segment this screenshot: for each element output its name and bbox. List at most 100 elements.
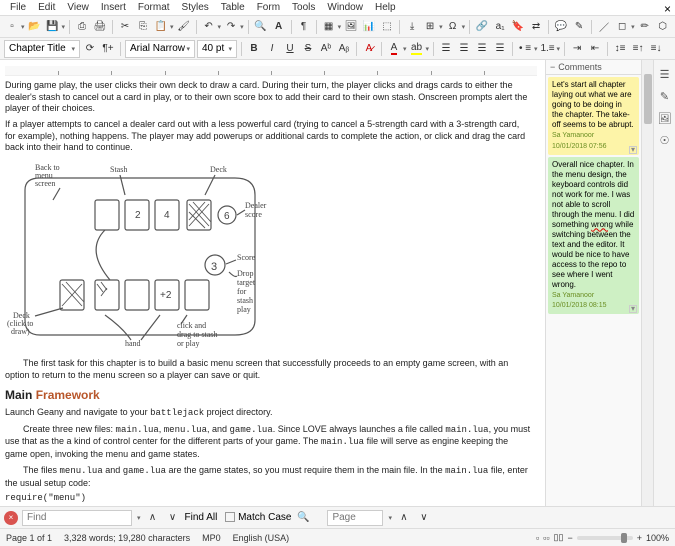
status-mp0[interactable]: MP0 xyxy=(202,533,221,543)
nonprinting-icon[interactable]: ¶ xyxy=(296,19,312,35)
highlight-icon[interactable]: ab xyxy=(409,41,425,57)
comment-menu-icon[interactable]: ▾ xyxy=(629,146,637,154)
track-changes-icon[interactable]: ✎ xyxy=(571,19,587,35)
find-next-icon[interactable]: ∨ xyxy=(165,510,181,526)
find-close-icon[interactable]: × xyxy=(4,511,18,525)
align-left-icon[interactable]: ☰ xyxy=(438,41,454,57)
comment-icon[interactable]: 💬 xyxy=(553,19,569,35)
indent-inc-icon[interactable]: ⇥ xyxy=(569,41,585,57)
comment-item[interactable]: Let's start all chapter laying out what … xyxy=(548,77,639,155)
close-icon[interactable]: × xyxy=(664,2,671,16)
page-next-icon[interactable]: ∨ xyxy=(416,510,432,526)
textbox-icon[interactable]: ⬚ xyxy=(379,19,395,35)
indent-dec-icon[interactable]: ⇤ xyxy=(587,41,603,57)
chevron-down-icon[interactable]: ▾ xyxy=(338,23,342,31)
comment-item[interactable]: Overall nice chapter. In the menu design… xyxy=(548,157,639,315)
minus-icon[interactable]: − xyxy=(550,62,555,72)
font-name[interactable]: Arial Narrow▾ xyxy=(125,40,195,58)
chevron-down-icon[interactable]: ▾ xyxy=(462,23,466,31)
subscript-button[interactable]: Aᵦ xyxy=(336,41,352,57)
page-input[interactable] xyxy=(327,510,383,526)
undo-icon[interactable]: ↶ xyxy=(201,19,217,35)
draw-icon[interactable]: ✏ xyxy=(637,19,653,35)
align-center-icon[interactable]: ☰ xyxy=(456,41,472,57)
hyperlink-icon[interactable]: 🔗 xyxy=(474,19,490,35)
line-icon[interactable]: ／ xyxy=(596,19,612,35)
status-page[interactable]: Page 1 of 1 xyxy=(6,533,52,543)
menu-help[interactable]: Help xyxy=(369,2,402,13)
menu-insert[interactable]: Insert xyxy=(95,2,132,13)
view-single-icon[interactable]: ▫ xyxy=(536,533,539,543)
footnote-icon[interactable]: a₁ xyxy=(492,19,508,35)
open-icon[interactable]: 📂 xyxy=(27,19,43,35)
spellcheck-icon[interactable]: A xyxy=(271,19,287,35)
save-icon[interactable]: 💾 xyxy=(45,19,61,35)
chevron-down-icon[interactable]: ▾ xyxy=(534,45,538,53)
export-pdf-icon[interactable]: ⎙ xyxy=(74,19,90,35)
bookmark-icon[interactable]: 🔖 xyxy=(510,19,526,35)
menu-format[interactable]: Format xyxy=(132,2,176,13)
status-words[interactable]: 3,328 words; 19,280 characters xyxy=(64,533,190,543)
chevron-down-icon[interactable]: ▾ xyxy=(62,23,66,31)
superscript-button[interactable]: Aᵇ xyxy=(318,41,334,57)
comment-menu-icon[interactable]: ▾ xyxy=(629,305,637,313)
menu-file[interactable]: File xyxy=(4,2,32,13)
clone-format-icon[interactable]: 🖌 xyxy=(176,19,192,35)
new-icon[interactable]: ▫ xyxy=(4,19,20,35)
redo-icon[interactable]: ↷ xyxy=(223,19,239,35)
table-icon[interactable]: ▦ xyxy=(321,19,337,35)
font-size[interactable]: 40 pt▾ xyxy=(197,40,237,58)
show-draw-icon[interactable]: ⬡ xyxy=(655,19,671,35)
line-spacing-icon[interactable]: ↕≡ xyxy=(612,41,628,57)
horizontal-ruler[interactable] xyxy=(5,66,537,76)
clear-format-icon[interactable]: A̷ xyxy=(361,41,377,57)
match-case-checkbox[interactable] xyxy=(225,512,235,522)
zoom-slider[interactable] xyxy=(577,536,633,540)
para-spacing-inc-icon[interactable]: ≡↑ xyxy=(630,41,646,57)
chevron-down-icon[interactable]: ▾ xyxy=(21,23,25,31)
vertical-scrollbar[interactable] xyxy=(641,60,653,506)
special-char-icon[interactable]: Ω xyxy=(445,19,461,35)
bullet-list-icon[interactable]: • ≡ xyxy=(517,41,533,57)
find-input[interactable] xyxy=(22,510,132,526)
find-all-button[interactable]: Find All xyxy=(185,512,218,523)
align-justify-icon[interactable]: ☰ xyxy=(492,41,508,57)
menu-table[interactable]: Table xyxy=(215,2,251,13)
chevron-down-icon[interactable]: ▾ xyxy=(403,45,407,53)
scroll-thumb[interactable] xyxy=(644,74,652,124)
cross-ref-icon[interactable]: ⇄ xyxy=(528,19,544,35)
chevron-down-icon[interactable]: ▾ xyxy=(137,514,141,522)
document-pane[interactable]: During game play, the user clicks their … xyxy=(0,60,545,506)
menu-styles[interactable]: Styles xyxy=(176,2,215,13)
chevron-down-icon[interactable]: ▾ xyxy=(439,23,443,31)
menu-tools[interactable]: Tools xyxy=(286,2,321,13)
view-multi-icon[interactable]: ▫▫ xyxy=(543,533,549,543)
copy-icon[interactable]: ⎘ xyxy=(135,19,151,35)
shapes-icon[interactable]: ◻ xyxy=(614,19,630,35)
para-spacing-dec-icon[interactable]: ≡↓ xyxy=(648,41,664,57)
properties-tab-icon[interactable]: ☰ xyxy=(657,66,673,82)
cut-icon[interactable]: ✂ xyxy=(117,19,133,35)
strike-button[interactable]: S xyxy=(300,41,316,57)
gallery-tab-icon[interactable]: 🖼 xyxy=(657,110,673,126)
italic-button[interactable]: I xyxy=(264,41,280,57)
paragraph-style[interactable]: Chapter Title▾ xyxy=(4,40,80,58)
chevron-down-icon[interactable]: ▾ xyxy=(170,23,174,31)
chevron-down-icon[interactable]: ▾ xyxy=(388,514,392,522)
find-options-icon[interactable]: 🔍 xyxy=(295,510,311,526)
pagebreak-icon[interactable]: ⤓ xyxy=(404,19,420,35)
chevron-down-icon[interactable]: ▾ xyxy=(426,45,430,53)
zoom-out-icon[interactable]: − xyxy=(567,533,572,543)
paste-icon[interactable]: 📋 xyxy=(153,19,169,35)
zoom-value[interactable]: 100% xyxy=(646,533,669,543)
chevron-down-icon[interactable]: ▾ xyxy=(240,23,244,31)
new-style-icon[interactable]: ¶+ xyxy=(100,41,116,57)
number-list-icon[interactable]: 1.≡ xyxy=(540,41,556,57)
field-icon[interactable]: ⊞ xyxy=(422,19,438,35)
chevron-down-icon[interactable]: ▾ xyxy=(557,45,561,53)
navigator-tab-icon[interactable]: ☉ xyxy=(657,132,673,148)
chart-icon[interactable]: 📊 xyxy=(361,19,377,35)
zoom-in-icon[interactable]: + xyxy=(637,533,642,543)
zoom-thumb[interactable] xyxy=(621,533,627,543)
image-icon[interactable]: 🖼 xyxy=(343,19,359,35)
